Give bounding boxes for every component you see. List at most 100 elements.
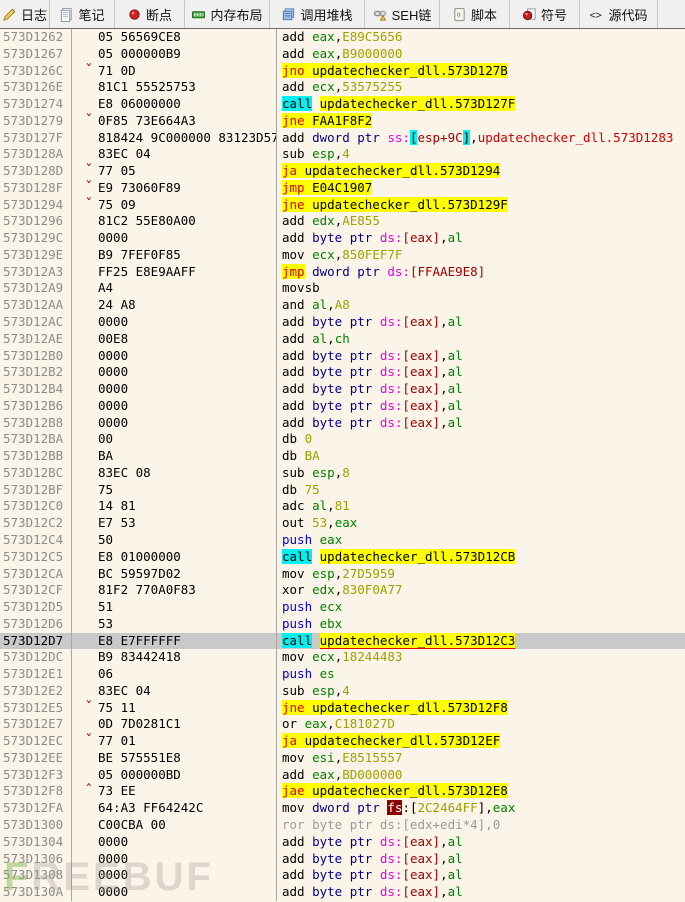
arrow-slot <box>72 834 98 851</box>
disasm-row[interactable]: 573D12BBBAdb BA <box>0 448 685 465</box>
disasm-row[interactable]: 573D12BA00db 0 <box>0 431 685 448</box>
instruction-token: [eax] <box>402 834 440 849</box>
tab-symbols[interactable]: 符号 <box>510 0 580 28</box>
disasm-row[interactable]: 573D12E283EC 04sub esp,4 <box>0 683 685 700</box>
disasm-row[interactable]: 573D12E106push es <box>0 666 685 683</box>
instruction-token: updatechecker_dll.573D12F8 <box>305 700 508 715</box>
arrow-slot <box>72 616 98 633</box>
debugger-window: 日志笔记断点内存布局调用堆栈SEH链o脚本符号<>源代码 573D126205 … <box>0 0 685 902</box>
instruction-token: , <box>440 398 448 413</box>
instruction-token: al <box>448 398 463 413</box>
disasm-row[interactable]: 573D129EB9 7FEF0F85mov ecx,850FEF7F <box>0 247 685 264</box>
bytes-cell: 0000 <box>72 415 277 432</box>
disasm-row[interactable]: 573D12C2E7 53out 53,eax <box>0 515 685 532</box>
disasm-row[interactable]: 573D1294ˇ75 09jne updatechecker_dll.573D… <box>0 197 685 214</box>
arrow-slot <box>72 532 98 549</box>
disasm-row[interactable]: 573D128Dˇ77 05ja updatechecker_dll.573D1… <box>0 163 685 180</box>
disasm-row[interactable]: 573D12BC83EC 08sub esp,8 <box>0 465 685 482</box>
tab-log[interactable]: 日志 <box>0 0 50 28</box>
disasm-row[interactable]: 573D12B40000add byte ptr ds:[eax],al <box>0 381 685 398</box>
tab-seh-chain[interactable]: SEH链 <box>365 0 440 28</box>
disasm-row[interactable]: 573D12CF81F2 770A0F83xor edx,830F0A77 <box>0 582 685 599</box>
disasm-row[interactable]: 573D13040000add byte ptr ds:[eax],al <box>0 834 685 851</box>
instruction-token: add <box>282 364 312 379</box>
disasm-row[interactable]: 573D12CABC 59597D02mov esp,27D5959 <box>0 566 685 583</box>
instruction-cell: push ecx <box>277 599 685 616</box>
disasm-row[interactable]: 573D12AC0000add byte ptr ds:[eax],al <box>0 314 685 331</box>
instruction-cell: add byte ptr ds:[eax],al <box>277 230 685 247</box>
disasm-row[interactable]: 573D12A9A4movsb <box>0 280 685 297</box>
arrow-slot <box>72 566 98 583</box>
disasm-row[interactable]: 573D1279ˇ0F85 73E664A3jne FAA1F8F2 <box>0 113 685 130</box>
disasm-row[interactable]: 573D13060000add byte ptr ds:[eax],al <box>0 851 685 868</box>
instruction-token: esp+9C <box>417 130 462 145</box>
disasm-row[interactable]: 573D12C5E8 01000000call updatechecker_dl… <box>0 549 685 566</box>
disasm-row[interactable]: 573D129681C2 55E80A00add edx,AE855 <box>0 213 685 230</box>
instruction-token <box>312 633 320 648</box>
disasm-row[interactable]: 573D12B20000add byte ptr ds:[eax],al <box>0 364 685 381</box>
disasm-row[interactable]: 573D126705 000000B9add eax,B9000000 <box>0 46 685 63</box>
arrow-slot <box>72 364 98 381</box>
instruction-token: , <box>327 498 335 513</box>
script-icon: o <box>452 7 467 22</box>
instruction-token: add <box>282 415 312 430</box>
instruction-token: al <box>312 297 327 312</box>
disasm-row[interactable]: 573D12A3FF25 E8E9AAFFjmp dword ptr ds:[F… <box>0 264 685 281</box>
callstack-icon <box>281 7 296 22</box>
disasm-row[interactable]: 573D12BF75db 75 <box>0 482 685 499</box>
disasm-row[interactable]: 573D12D551push ecx <box>0 599 685 616</box>
disasm-row[interactable]: 573D1274E8 06000000call updatechecker_dl… <box>0 96 685 113</box>
instruction-token: mov <box>282 750 312 765</box>
instruction-token: al <box>448 851 463 866</box>
disasm-row[interactable]: 573D13080000add byte ptr ds:[eax],al <box>0 867 685 884</box>
disasm-row[interactable]: 573D12ECˇ77 01ja updatechecker_dll.573D1… <box>0 733 685 750</box>
instruction-token: , <box>485 800 493 815</box>
disasm-row[interactable]: 573D12AA24 A8and al,A8 <box>0 297 685 314</box>
tab-memory-map[interactable]: 内存布局 <box>185 0 270 28</box>
instruction-token: add <box>282 348 312 363</box>
disasm-row[interactable]: 573D12D653push ebx <box>0 616 685 633</box>
disasm-row[interactable]: 573D130A0000add byte ptr ds:[eax],al <box>0 884 685 901</box>
tab-breakpoints[interactable]: 断点 <box>115 0 185 28</box>
disasm-row[interactable]: 573D12E5ˇ75 11jne updatechecker_dll.573D… <box>0 700 685 717</box>
disasm-row[interactable]: 573D12B80000add byte ptr ds:[eax],al <box>0 415 685 432</box>
disasm-row[interactable]: 573D12F305 000000BDadd eax,BD000000 <box>0 767 685 784</box>
disasm-row[interactable]: 573D12D7E8 E7FFFFFFcall updatechecker_dl… <box>0 633 685 650</box>
instruction-cell: db BA <box>277 448 685 465</box>
opcode-bytes: 81C1 55525753 <box>98 79 276 96</box>
opcode-bytes: 05 000000B9 <box>98 46 276 63</box>
tab-script[interactable]: o脚本 <box>440 0 510 28</box>
instruction-cell: ja updatechecker_dll.573D1294 <box>277 163 685 180</box>
bytes-cell: 0000 <box>72 230 277 247</box>
disasm-row[interactable]: 573D12AE00E8add al,ch <box>0 331 685 348</box>
disasm-row[interactable]: 573D12EEBE 575551E8mov esi,E8515557 <box>0 750 685 767</box>
address-cell: 573D1279 <box>0 113 72 130</box>
disasm-row[interactable]: 573D12F8ˆ73 EEjae updatechecker_dll.573D… <box>0 783 685 800</box>
disasm-row[interactable]: 573D129C0000add byte ptr ds:[eax],al <box>0 230 685 247</box>
disasm-row[interactable]: 573D128FˇE9 73060F89jmp E04C1907 <box>0 180 685 197</box>
disasm-row[interactable]: 573D128A83EC 04sub esp,4 <box>0 146 685 163</box>
disasm-row[interactable]: 573D1300C00CBA 00ror byte ptr ds:[edx+ed… <box>0 817 685 834</box>
disasm-row[interactable]: 573D12C014 81adc al,81 <box>0 498 685 515</box>
disasm-row[interactable]: 573D126E81C1 55525753add ecx,53575255 <box>0 79 685 96</box>
disasm-row[interactable]: 573D12C450push eax <box>0 532 685 549</box>
disasm-row[interactable]: 573D126Cˇ71 0Djno updatechecker_dll.573D… <box>0 63 685 80</box>
instruction-token: or <box>282 716 305 731</box>
disasm-row[interactable]: 573D12B00000add byte ptr ds:[eax],al <box>0 348 685 365</box>
tab-call-stack[interactable]: 调用堆栈 <box>270 0 365 28</box>
disasm-row[interactable]: 573D12FA64:A3 FF64242Cmov dword ptr fs:[… <box>0 800 685 817</box>
disasm-row[interactable]: 573D12DCB9 83442418mov ecx,18244483 <box>0 649 685 666</box>
disasm-row[interactable]: 573D126205 56569CE8add eax,E89C5656 <box>0 29 685 46</box>
disasm-row[interactable]: 573D12E70D 7D0281C1or eax,C181027D <box>0 716 685 733</box>
instruction-token: 8 <box>342 465 350 480</box>
tab-notes[interactable]: 笔记 <box>50 0 115 28</box>
arrow-slot <box>72 482 98 499</box>
instruction-token: [eax] <box>402 851 440 866</box>
instruction-token: add <box>282 851 312 866</box>
disasm-row[interactable]: 573D12B60000add byte ptr ds:[eax],al <box>0 398 685 415</box>
instruction-cell: db 0 <box>277 431 685 448</box>
disasm-row[interactable]: 573D127F818424 9C000000 83123D57add dwor… <box>0 130 685 147</box>
address-cell: 573D12EE <box>0 750 72 767</box>
bytes-cell: 14 81 <box>72 498 277 515</box>
tab-source[interactable]: <>源代码 <box>580 0 658 28</box>
